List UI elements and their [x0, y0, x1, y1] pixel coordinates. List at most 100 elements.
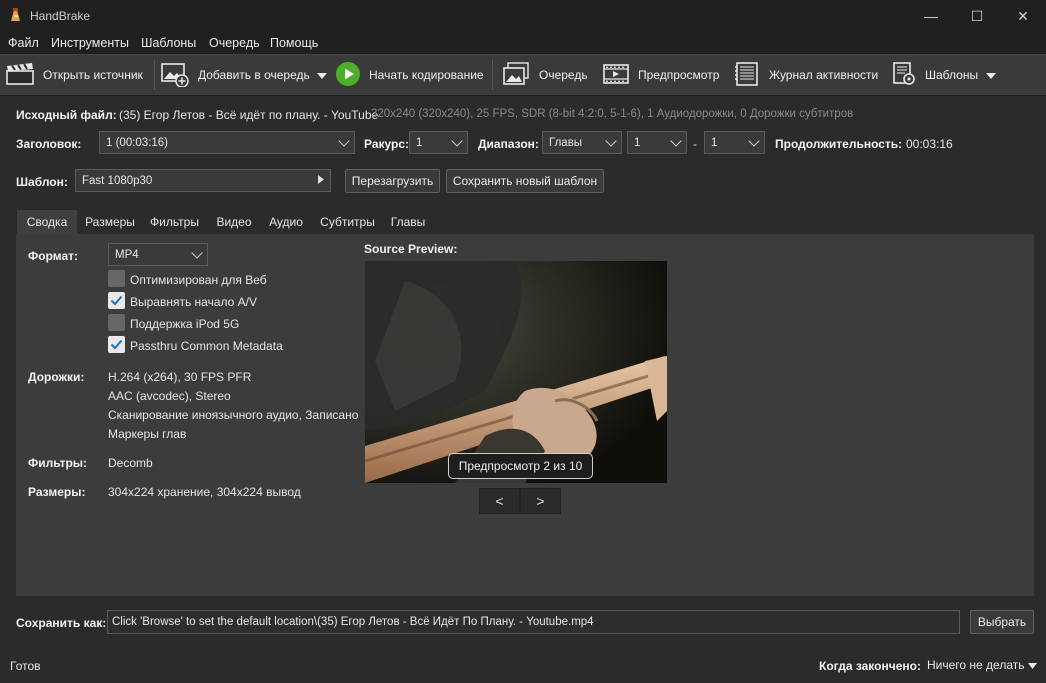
track-audio: AAC (avcodec), Stereo: [108, 389, 231, 403]
play-icon: [335, 61, 361, 90]
preview-counter-badge: Предпросмотр 2 из 10: [448, 453, 593, 479]
web-optimized-checkbox[interactable]: [108, 270, 125, 287]
range-from-select[interactable]: 1: [627, 131, 687, 154]
range-to-select[interactable]: 1: [704, 131, 765, 154]
track-video: H.264 (x264), 30 FPS PFR: [108, 370, 252, 384]
title-bar: [0, 0, 1046, 32]
start-encode-button[interactable]: Начать кодирование: [335, 60, 484, 90]
film-icon: [602, 62, 630, 89]
preview-next-button[interactable]: >: [520, 488, 561, 514]
browse-button[interactable]: Выбрать: [970, 610, 1034, 634]
status-text: Готов: [10, 659, 41, 673]
presets-gear-icon: [891, 61, 917, 90]
preview-button[interactable]: Предпросмотр: [602, 60, 719, 90]
minimize-icon: —: [924, 8, 938, 24]
checkmark-icon: [110, 295, 123, 306]
queue-label: Очередь: [539, 68, 588, 82]
passthru-metadata-label: Passthru Common Metadata: [130, 339, 283, 353]
open-source-label: Открыть источник: [43, 68, 143, 82]
range-type-select[interactable]: Главы: [542, 131, 622, 154]
preset-label: Шаблон:: [16, 175, 68, 189]
tracks-label: Дорожки:: [28, 370, 85, 384]
range-from-value: 1: [634, 136, 641, 149]
add-to-queue-label: Добавить в очередь: [198, 68, 310, 82]
track-foreign-scan: Сканирование иноязычного аудио, Записано: [108, 408, 359, 422]
ipod-support-label: Поддержка iPod 5G: [130, 317, 240, 331]
toolbar-divider: [492, 60, 493, 90]
menu-queue[interactable]: Очередь: [209, 36, 260, 50]
preview-prev-button[interactable]: <: [479, 488, 520, 514]
tab-filters[interactable]: Фильтры: [143, 210, 206, 234]
photos-stack-icon: [501, 61, 531, 90]
range-dash: -: [693, 137, 697, 151]
web-optimized-label: Оптимизирован для Веб: [130, 273, 267, 287]
source-preview-image: Предпросмотр 2 из 10: [365, 261, 667, 483]
source-name: (35) Егор Летов - Всё идёт по плану. - Y…: [119, 108, 379, 122]
when-done-dropdown[interactable]: Ничего не делать: [927, 658, 1037, 672]
tab-summary[interactable]: Сводка: [17, 210, 77, 234]
menu-help[interactable]: Помощь: [270, 36, 318, 50]
window-title: HandBrake: [30, 9, 91, 23]
activity-log-button[interactable]: Журнал активности: [733, 60, 878, 90]
toolbar-divider: [154, 60, 155, 90]
size-value: 304x224 хранение, 304x224 вывод: [108, 485, 301, 499]
duration-value: 00:03:16: [906, 137, 953, 151]
chevron-right-icon: [318, 174, 324, 187]
ipod-support-checkbox[interactable]: [108, 314, 125, 331]
chevron-down-icon: [670, 134, 682, 147]
maximize-button[interactable]: ☐: [954, 0, 1000, 32]
filters-value: Decomb: [108, 456, 153, 470]
duration-label: Продолжительность:: [775, 137, 903, 151]
start-encode-label: Начать кодирование: [369, 68, 484, 82]
passthru-metadata-checkbox[interactable]: [108, 336, 125, 353]
tab-dimensions[interactable]: Размеры: [79, 210, 141, 234]
filters-label: Фильтры:: [28, 456, 88, 470]
align-av-checkbox[interactable]: [108, 292, 125, 309]
save-new-preset-button[interactable]: Сохранить новый шаблон: [446, 169, 604, 193]
chevron-down-icon: [451, 134, 463, 147]
title-label: Заголовок:: [16, 137, 82, 151]
activity-log-label: Журнал активности: [769, 68, 879, 82]
angle-select-value: 1: [416, 136, 423, 149]
format-select-value: MP4: [115, 248, 139, 261]
preset-select-value: Fast 1080p30: [82, 174, 153, 187]
minimize-button[interactable]: —: [908, 0, 954, 32]
source-label: Исходный файл:: [16, 108, 117, 122]
menu-file[interactable]: Файл: [8, 36, 39, 50]
tab-chapters[interactable]: Главы: [385, 210, 431, 234]
save-as-label: Сохранить как:: [16, 616, 107, 630]
align-av-label: Выравнять начало A/V: [130, 295, 258, 309]
chevron-down-icon: [191, 246, 203, 259]
tab-video[interactable]: Видео: [209, 210, 259, 234]
checkmark-icon: [110, 339, 123, 350]
chevron-down-icon: [338, 134, 350, 147]
open-source-button[interactable]: Открыть источник: [5, 60, 143, 90]
title-select-value: 1 (00:03:16): [106, 136, 169, 149]
add-to-queue-button[interactable]: Добавить в очередь: [160, 60, 327, 90]
close-icon: ✕: [1017, 7, 1029, 24]
range-type-value: Главы: [549, 136, 583, 149]
add-photo-icon: [160, 61, 190, 90]
log-icon: [733, 61, 761, 90]
chevron-down-icon: [748, 134, 760, 147]
chevron-down-icon: [605, 134, 617, 147]
tab-audio[interactable]: Аудио: [262, 210, 310, 234]
source-preview-header: Source Preview:: [364, 242, 458, 256]
queue-button[interactable]: Очередь: [501, 60, 588, 90]
range-to-value: 1: [711, 136, 718, 149]
format-label: Формат:: [28, 249, 79, 263]
save-path-input[interactable]: Click 'Browse' to set the default locati…: [107, 610, 960, 634]
presets-button[interactable]: Шаблоны: [891, 60, 997, 90]
preset-select[interactable]: Fast 1080p30: [75, 169, 331, 192]
chevron-down-icon: [316, 68, 327, 82]
title-select[interactable]: 1 (00:03:16): [99, 131, 355, 154]
size-label: Размеры:: [28, 485, 86, 499]
format-select[interactable]: MP4: [108, 243, 208, 266]
range-label: Диапазон:: [478, 137, 539, 151]
tab-subtitles[interactable]: Субтитры: [314, 210, 381, 234]
menu-presets[interactable]: Шаблоны: [141, 36, 196, 50]
close-button[interactable]: ✕: [1000, 0, 1046, 32]
reload-preset-button[interactable]: Перезагрузить: [345, 169, 440, 193]
angle-select[interactable]: 1: [409, 131, 468, 154]
menu-tools[interactable]: Инструменты: [51, 36, 129, 50]
